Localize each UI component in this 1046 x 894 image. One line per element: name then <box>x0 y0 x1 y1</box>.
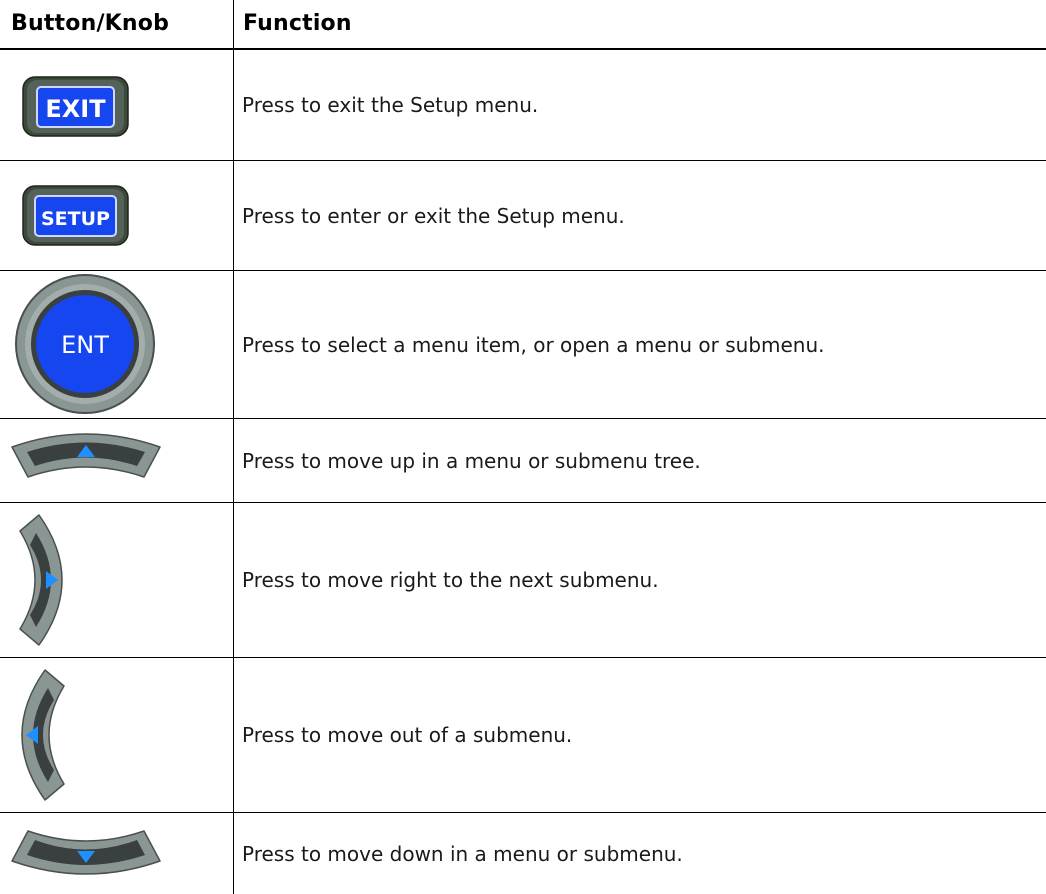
table-row: ENT Press to select a menu item, or open… <box>0 271 1046 418</box>
left-arrow-key-icon <box>0 658 233 812</box>
table-row: Press to move up in a menu or submenu tr… <box>0 419 1046 502</box>
header-function: Function <box>243 11 352 36</box>
ent-knob-icon: ENT <box>0 271 233 418</box>
right-arrow-key-icon <box>0 503 233 657</box>
setup-button-icon: SETUP <box>0 161 233 270</box>
table-row: Press to move down in a menu or submenu. <box>0 813 1046 894</box>
table-row: SETUP Press to enter or exit the Setup m… <box>0 161 1046 270</box>
svg-text:EXIT: EXIT <box>45 95 106 123</box>
function-text: Press to move up in a menu or submenu tr… <box>242 448 701 473</box>
button-function-table: Button/Knob Function EXIT Press to exit … <box>0 0 1046 894</box>
function-text: Press to exit the Setup menu. <box>242 93 539 117</box>
svg-text:ENT: ENT <box>61 331 109 359</box>
header-button-knob: Button/Knob <box>11 11 170 36</box>
down-arrow-key-icon <box>0 813 233 894</box>
table-row: Press to move out of a submenu. <box>0 658 1046 812</box>
function-text: Press to enter or exit the Setup menu. <box>242 203 625 228</box>
up-arrow-key-icon <box>0 419 233 502</box>
table-row: Press to move right to the next submenu. <box>0 503 1046 657</box>
function-text: Press to move out of a submenu. <box>242 723 573 747</box>
function-text: Press to move right to the next submenu. <box>242 568 659 592</box>
exit-button-icon: EXIT <box>0 50 233 160</box>
svg-text:SETUP: SETUP <box>41 208 110 230</box>
table-header: Button/Knob Function <box>0 0 1046 48</box>
function-text: Press to move down in a menu or submenu. <box>242 841 683 866</box>
function-text: Press to select a menu item, or open a m… <box>242 332 825 357</box>
table-row: EXIT Press to exit the Setup menu. <box>0 50 1046 160</box>
